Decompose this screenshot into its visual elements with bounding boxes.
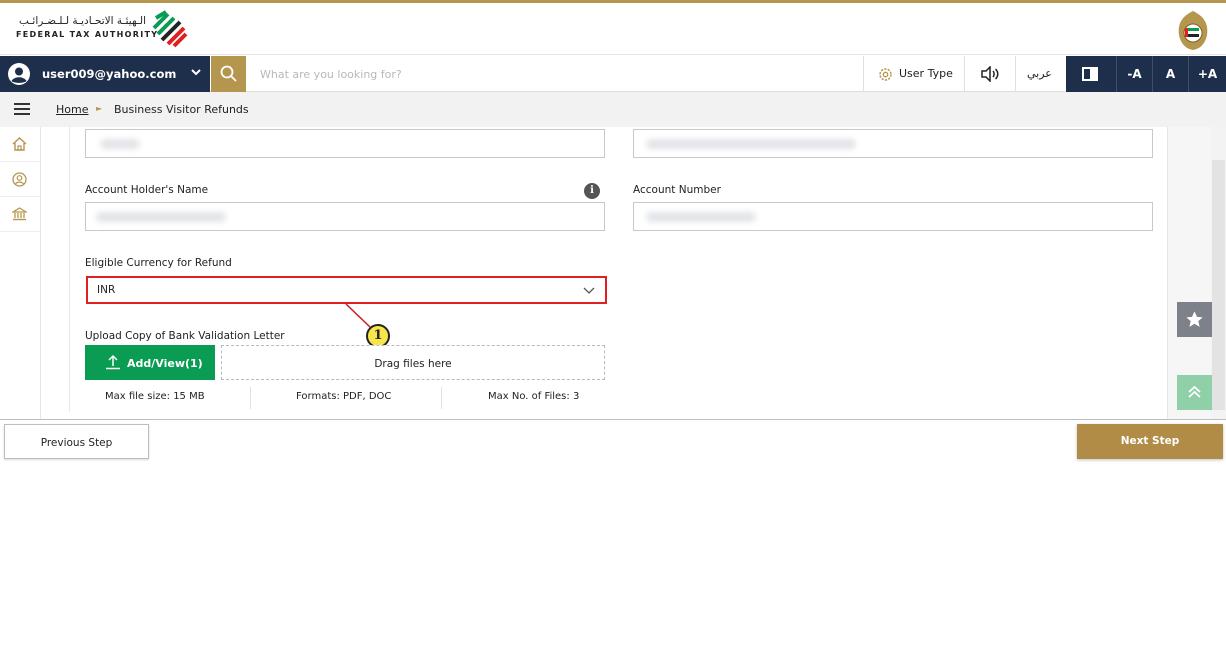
branch-field[interactable] [633, 129, 1153, 158]
meta-divider [441, 387, 442, 409]
max-files: Max No. of Files: 3 [488, 391, 580, 402]
bank-icon [12, 207, 27, 221]
language-label: عربي [1027, 67, 1052, 80]
chevron-down-icon [583, 287, 595, 294]
account-holder-field[interactable] [85, 202, 605, 231]
left-nav-rail [0, 127, 41, 419]
star-icon [1186, 311, 1203, 327]
currency-select[interactable]: INR [86, 276, 607, 304]
account-number-field[interactable] [633, 202, 1153, 231]
redacted-value [96, 212, 226, 222]
breadcrumb: Home ► Business Visitor Refunds [0, 92, 1226, 127]
add-view-button[interactable]: Add/View(1) [85, 345, 215, 380]
search-button[interactable] [211, 56, 246, 92]
favorite-button[interactable] [1177, 302, 1212, 337]
panel-border [69, 127, 70, 412]
user-type-label: User Type [899, 67, 953, 80]
scroll-to-top-button[interactable] [1177, 375, 1212, 410]
redacted-value [646, 212, 756, 222]
nav-bank[interactable] [0, 197, 40, 232]
logo-arabic-text: الـهيئـة الاتحـاديـة لـلـضـرائـب [19, 15, 146, 27]
fta-logo-icon[interactable] [148, 8, 190, 50]
main-content [42, 127, 1226, 419]
meta-divider [250, 387, 251, 409]
user-email: user009@yahoo.com [42, 67, 177, 81]
file-dropzone[interactable]: Drag files here [221, 345, 605, 380]
hamburger-menu-icon[interactable] [14, 103, 30, 115]
upload-icon [106, 354, 120, 370]
account-holder-label: Account Holder's Name [85, 184, 209, 196]
nav-profile[interactable] [0, 162, 40, 197]
font-increase-button[interactable]: +A [1188, 56, 1226, 92]
contrast-icon [1082, 67, 1098, 81]
read-aloud-button[interactable] [965, 56, 1015, 92]
home-icon [12, 137, 27, 151]
gear-icon [879, 68, 892, 81]
language-toggle[interactable]: عربي [1016, 56, 1066, 92]
previous-step-button[interactable]: Previous Step [4, 424, 149, 459]
search-input[interactable] [250, 60, 850, 88]
account-number-label: Account Number [633, 184, 721, 196]
chevron-down-icon[interactable] [190, 66, 202, 78]
previous-step-label: Previous Step [40, 437, 113, 449]
currency-label: Eligible Currency for Refund [85, 257, 232, 269]
user-avatar-icon [8, 63, 30, 85]
user-circle-icon [12, 172, 27, 187]
dropzone-text: Drag files here [374, 358, 452, 370]
search-icon [220, 65, 237, 82]
user-type-button[interactable]: User Type [864, 56, 964, 92]
next-step-label: Next Step [1120, 435, 1180, 447]
redacted-value [100, 139, 140, 149]
redacted-value [646, 139, 856, 149]
breadcrumb-current: Business Visitor Refunds [114, 103, 249, 116]
double-chevron-up-icon [1188, 385, 1201, 398]
add-view-label: Add/View(1) [127, 357, 203, 370]
font-decrease-button[interactable]: -A [1116, 56, 1152, 92]
step-navigation-bar [0, 419, 1226, 465]
scrollbar-thumb[interactable] [1212, 160, 1225, 410]
upload-label: Upload Copy of Bank Validation Letter [85, 330, 285, 342]
font-reset-button[interactable]: A [1152, 56, 1188, 92]
file-formats: Formats: PDF, DOC [296, 391, 392, 402]
nav-home[interactable] [0, 127, 40, 162]
uae-emblem-icon [1178, 11, 1208, 50]
site-header: الـهيئـة الاتحـاديـة لـلـضـرائـب FEDERAL… [0, 3, 1226, 55]
currency-value: INR [97, 284, 116, 296]
info-icon[interactable]: i [584, 183, 600, 199]
top-toolbar: user009@yahoo.com User Type عربي -A A +A [0, 56, 1226, 92]
speaker-icon [981, 66, 999, 82]
next-step-button[interactable]: Next Step [1077, 424, 1223, 459]
user-menu[interactable]: user009@yahoo.com [0, 56, 210, 92]
breadcrumb-separator-icon: ► [96, 104, 103, 113]
logo-english-text: FEDERAL TAX AUTHORITY [16, 30, 159, 39]
contrast-toggle[interactable] [1066, 56, 1116, 92]
bank-name-field[interactable] [85, 129, 605, 158]
max-file-size: Max file size: 15 MB [105, 391, 205, 402]
breadcrumb-home-link[interactable]: Home [56, 103, 88, 116]
